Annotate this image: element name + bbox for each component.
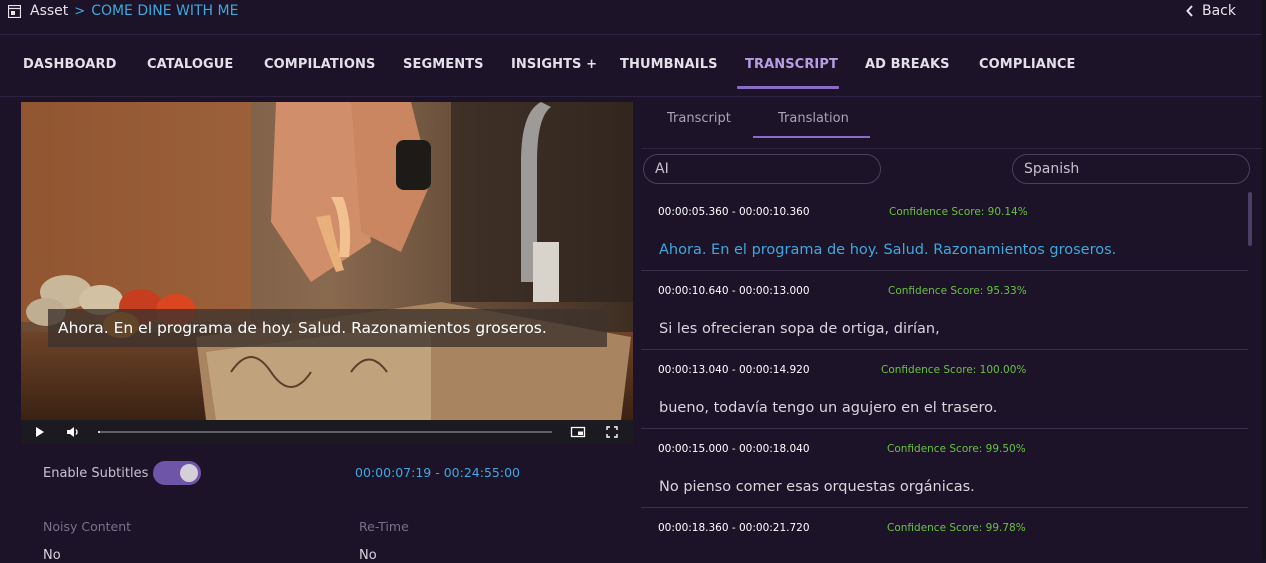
active-subtab-indicator xyxy=(753,136,870,138)
tab-transcript[interactable]: TRANSCRIPT xyxy=(745,57,838,72)
active-tab-indicator xyxy=(737,86,839,89)
retime-label: Re-Time xyxy=(359,519,409,534)
timecode-range: 00:00:07:19 - 00:24:55:00 xyxy=(355,465,520,480)
segment-time: 00:00:10.640 - 00:00:13.000 xyxy=(658,285,810,297)
tab-translation[interactable]: Translation xyxy=(778,111,849,126)
enable-subtitles-toggle[interactable] xyxy=(153,461,201,485)
asset-icon xyxy=(8,4,21,18)
video-frame xyxy=(21,102,633,420)
subtitle-text: Ahora. En el programa de hoy. Salud. Raz… xyxy=(58,319,547,337)
top-bar: Asset > COME DINE WITH ME Back xyxy=(0,0,1266,34)
enable-subtitles-label: Enable Subtitles xyxy=(43,466,149,481)
segment-text[interactable]: Si les ofrecieran sopa de ortiga, dirían… xyxy=(659,321,940,337)
segment-text[interactable]: Ahora. En el programa de hoy. Salud. Raz… xyxy=(659,242,1116,258)
window-edge xyxy=(1262,0,1266,559)
tab-catalogue[interactable]: CATALOGUE xyxy=(147,57,233,72)
segment-row[interactable]: 00:00:05.360 - 00:00:10.360 Confidence S… xyxy=(641,192,1248,271)
segment-list-scrollbar[interactable] xyxy=(1248,192,1252,246)
tab-compliance[interactable]: COMPLIANCE xyxy=(979,57,1076,72)
video-player[interactable]: Ahora. En el programa de hoy. Salud. Raz… xyxy=(21,102,633,444)
segment-time: 00:00:05.360 - 00:00:10.360 xyxy=(658,206,810,218)
play-icon[interactable] xyxy=(34,424,46,440)
picture-in-picture-icon[interactable] xyxy=(570,424,586,440)
segment-text[interactable]: No pienso comer esas orquestas orgánicas… xyxy=(659,479,975,495)
segment-text[interactable]: bueno, todavía tengo un agujero en el tr… xyxy=(659,400,997,416)
player-controls xyxy=(21,420,633,444)
seek-bar-progress xyxy=(98,431,101,433)
back-label: Back xyxy=(1202,3,1236,19)
panel-divider xyxy=(641,148,1266,149)
confidence-score: Confidence Score: 99.50% xyxy=(887,443,1026,455)
seek-bar[interactable] xyxy=(98,431,552,433)
player-options: Enable Subtitles 00:00:07:19 - 00:24:55:… xyxy=(0,444,640,563)
breadcrumb: Asset > COME DINE WITH ME xyxy=(8,3,238,19)
confidence-score: Confidence Score: 100.00% xyxy=(881,364,1027,376)
tab-insights[interactable]: INSIGHTS + xyxy=(511,57,597,72)
fullscreen-icon[interactable] xyxy=(604,424,620,440)
subtitle-overlay: Ahora. En el programa de hoy. Salud. Raz… xyxy=(48,309,607,347)
source-field[interactable] xyxy=(643,154,881,184)
tab-thumbnails[interactable]: THUMBNAILS xyxy=(620,57,718,72)
segment-time: 00:00:18.360 - 00:00:21.720 xyxy=(658,522,810,534)
breadcrumb-root[interactable]: Asset xyxy=(30,3,68,19)
language-input[interactable] xyxy=(1013,155,1249,183)
retime-value: No xyxy=(359,548,377,563)
noisy-content-value: No xyxy=(43,548,61,563)
segment-row[interactable]: 00:00:13.040 - 00:00:14.920 Confidence S… xyxy=(641,350,1248,429)
noisy-content-label: Noisy Content xyxy=(43,519,132,534)
main-nav: DASHBOARD CATALOGUE COMPILATIONS SEGMENT… xyxy=(0,35,1266,97)
breadcrumb-separator: > xyxy=(74,3,86,19)
toggle-knob xyxy=(180,464,198,482)
confidence-score: Confidence Score: 95.33% xyxy=(888,285,1027,297)
tab-ad-breaks[interactable]: AD BREAKS xyxy=(865,57,950,72)
transcript-panel-tabs: Transcript Translation xyxy=(641,97,1266,149)
tab-segments[interactable]: SEGMENTS xyxy=(403,57,484,72)
confidence-score: Confidence Score: 99.78% xyxy=(887,522,1026,534)
confidence-score: Confidence Score: 90.14% xyxy=(889,206,1028,218)
language-field[interactable] xyxy=(1012,154,1250,184)
segment-row[interactable]: 00:00:18.360 - 00:00:21.720 Confidence S… xyxy=(641,508,1248,559)
volume-icon[interactable] xyxy=(65,424,81,440)
segment-time: 00:00:15.000 - 00:00:18.040 xyxy=(658,443,810,455)
segment-row[interactable]: 00:00:15.000 - 00:00:18.040 Confidence S… xyxy=(641,429,1248,508)
segment-row[interactable]: 00:00:10.640 - 00:00:13.000 Confidence S… xyxy=(641,271,1248,350)
tab-compilations[interactable]: COMPILATIONS xyxy=(264,57,375,72)
source-input[interactable] xyxy=(644,155,880,183)
segment-list: 00:00:05.360 - 00:00:10.360 Confidence S… xyxy=(641,192,1248,559)
back-button[interactable]: Back xyxy=(1186,3,1236,19)
tab-transcript-sub[interactable]: Transcript xyxy=(667,111,731,126)
chevron-left-icon xyxy=(1186,5,1193,17)
segment-time: 00:00:13.040 - 00:00:14.920 xyxy=(658,364,810,376)
tab-dashboard[interactable]: DASHBOARD xyxy=(23,57,116,72)
breadcrumb-title[interactable]: COME DINE WITH ME xyxy=(91,3,238,19)
